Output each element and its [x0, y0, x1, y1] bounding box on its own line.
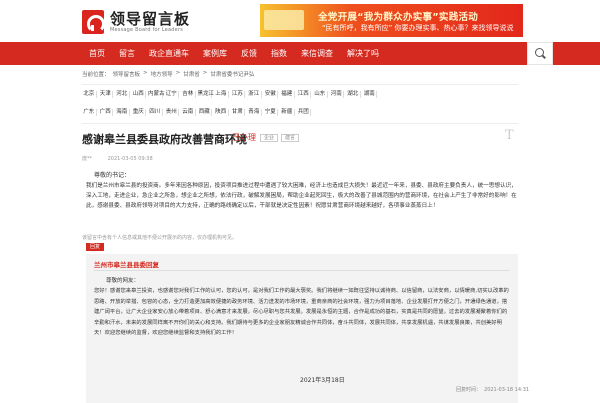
province-link[interactable]: 浙江 — [247, 90, 262, 98]
province-link[interactable]: 安徽 — [264, 90, 278, 98]
logo-title: 领导留言板 — [110, 9, 191, 28]
reply-time-label: 回复时间： — [456, 387, 482, 393]
breadcrumb-current[interactable]: 甘肃省委书记尹弘 — [210, 70, 254, 78]
banner-headline: 全党开展“我为群众办实事”实践活动 — [318, 12, 479, 23]
province-link[interactable]: 江西 — [297, 90, 311, 98]
province-link[interactable]: 贵州 — [165, 108, 179, 116]
province-link[interactable]: 新疆 — [280, 108, 295, 116]
nav-cases[interactable]: 案例库 — [196, 42, 234, 65]
province-link[interactable]: 天津 — [99, 90, 113, 98]
province-link[interactable]: 黑龙江 — [198, 90, 214, 98]
province-link[interactable]: 河南 — [330, 90, 344, 98]
nav-home[interactable]: 首页 — [82, 42, 112, 65]
province-link[interactable]: 广西 — [99, 108, 113, 116]
province-link[interactable]: 北京 — [82, 90, 97, 98]
nav-survey[interactable]: 来信调查 — [294, 42, 340, 65]
province-row: 北京 天津 河北 山西 内蒙古 辽宁 吉林 黑龙江 上海 江苏 浙江 安徽 福建 江西 山东 河南 湖北 湖南 — [82, 85, 518, 103]
breadcrumb-link-board[interactable]: 领导留言板 — [113, 70, 141, 78]
message-status-group: 已办理 企业 建言 — [232, 132, 302, 143]
reply-time: 回复时间： 2021-03-18 14:31 — [456, 386, 532, 393]
tag-suggestion: 建言 — [281, 133, 300, 142]
privacy-notice: 该留言中含有个人信息或其他不便公开展示的内容，仅办理机构可见。 — [82, 235, 238, 241]
message-meta: 庞** 2021-03-05 09:38 — [82, 155, 167, 162]
breadcrumb-sep: > — [143, 70, 148, 76]
province-link[interactable]: 福建 — [280, 90, 295, 98]
font-size-icon[interactable]: T — [505, 128, 514, 143]
province-row: 广东 广西 海南 重庆 四川 贵州 云南 西藏 陕西 甘肃 青海 宁夏 新疆 兵团 — [82, 103, 518, 121]
logo-subtitle: Message Board for Leaders — [110, 26, 184, 33]
message-date: 2021-03-05 09:38 — [107, 156, 153, 162]
province-link[interactable]: 甘肃 — [231, 108, 245, 116]
message-body: 我们是兰州市皋兰县的投资商。多年来因各种原因，投资项目推进过程中遭遇了较大困难，… — [86, 183, 517, 209]
nav-index[interactable]: 指数 — [264, 42, 294, 65]
province-link[interactable]: 广东 — [82, 108, 97, 116]
status-badge: 已办理 — [232, 133, 256, 142]
province-link[interactable]: 吉林 — [181, 90, 196, 98]
main-nav: 首页 留言 政企直通车 案例库 反馈 指数 来信调查 解决了吗 — [0, 42, 600, 65]
province-link[interactable]: 湖北 — [346, 90, 361, 98]
search-icon — [534, 48, 546, 59]
province-link[interactable]: 上海 — [214, 90, 229, 98]
province-link[interactable]: 河北 — [115, 90, 130, 98]
nav-enterprise[interactable]: 政企直通车 — [142, 42, 196, 65]
province-link[interactable]: 辽宁 — [165, 90, 179, 98]
reply-time-value: 2021-03-18 14:31 — [484, 387, 530, 393]
reply-label: 回复 — [86, 243, 104, 251]
province-link[interactable]: 云南 — [181, 108, 196, 116]
province-link[interactable]: 四川 — [148, 108, 163, 116]
search-button[interactable] — [527, 42, 553, 65]
province-link[interactable]: 海南 — [115, 108, 130, 116]
reply-org: 兰州市皋兰县县委回复 — [94, 261, 159, 269]
breadcrumb-link-province[interactable]: 甘肃省 — [183, 70, 200, 78]
breadcrumb-sep: > — [202, 70, 208, 76]
reply-greeting: 尊敬的网友： — [106, 278, 140, 284]
message-author: 庞** — [82, 156, 93, 162]
logo-icon — [82, 10, 105, 34]
province-link[interactable]: 重庆 — [132, 108, 146, 116]
province-link[interactable]: 山西 — [132, 90, 146, 98]
province-selector: 北京 天津 河北 山西 内蒙古 辽宁 吉林 黑龙江 上海 江苏 浙江 安徽 福建 江西 山东 河南 湖北 湖南 广… — [82, 84, 518, 124]
province-link[interactable]: 江苏 — [231, 90, 245, 98]
province-link[interactable]: 西藏 — [198, 108, 212, 116]
reply-divider — [94, 270, 510, 271]
province-link[interactable]: 兵团 — [297, 108, 311, 116]
reply-date: 2021年3月18日 — [300, 377, 345, 384]
nav-solved[interactable]: 解决了吗 — [340, 42, 386, 65]
province-link[interactable]: 内蒙古 — [148, 90, 165, 98]
message-title: 感谢皋兰县委县政府改善营商环境 — [82, 133, 247, 146]
banner-logo-icon — [264, 10, 304, 30]
promo-banner[interactable]: 全党开展“我为群众办实事”实践活动 “民有所呼，我有所应” 你要办理实事、热心事… — [260, 4, 523, 37]
banner-subline: “民有所呼，我有所应” 你要办理实事、热心事？来找领导说说 — [322, 24, 514, 32]
nav-feedback[interactable]: 反馈 — [234, 42, 264, 65]
tag-enterprise: 企业 — [260, 133, 279, 142]
nav-message[interactable]: 留言 — [112, 42, 142, 65]
province-link[interactable]: 山东 — [313, 90, 328, 98]
breadcrumb-link-local[interactable]: 地方领导 — [151, 70, 173, 78]
province-link[interactable]: 陕西 — [214, 108, 229, 116]
message-greeting: 尊敬的书记： — [94, 172, 131, 179]
reply-box: 兰州市皋兰县县委回复 尊敬的网友： 您好！感谢您来皋兰投资，也感谢您对我们工作的… — [86, 254, 529, 403]
breadcrumb-sep: > — [175, 70, 181, 76]
breadcrumb-prefix: 当前位置： — [82, 72, 110, 78]
breadcrumb: 当前位置： 领导留言板 > 地方领导 > 甘肃省 > 甘肃省委书记尹弘 — [82, 70, 257, 78]
site-logo[interactable]: 领导留言板 Message Board for Leaders — [82, 7, 190, 37]
reply-body: 您好！感谢您来皋兰投资，也感谢您对我们工作的认可，您的认可，是对我们工作的最大褒… — [94, 288, 509, 336]
province-link[interactable]: 湖南 — [363, 90, 377, 98]
site-header: 领导留言板 Message Board for Leaders 全党开展“我为群… — [0, 0, 600, 42]
province-link[interactable]: 青海 — [247, 108, 262, 116]
province-link[interactable]: 宁夏 — [264, 108, 278, 116]
